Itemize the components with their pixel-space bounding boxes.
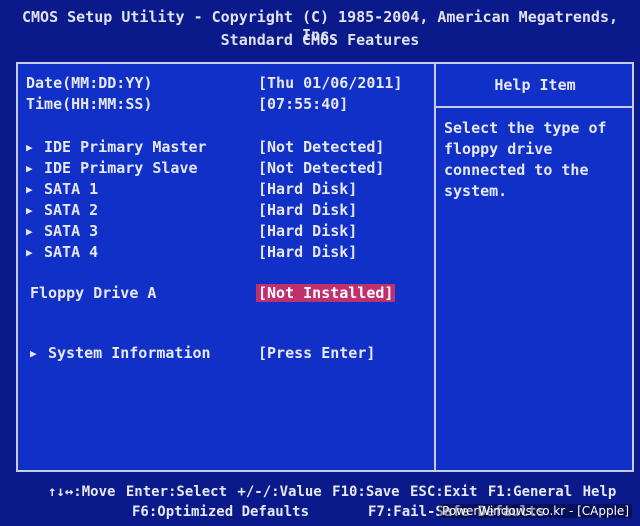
ide-primary-slave-label: IDE Primary Slave [44, 159, 198, 177]
triangle-right-icon: ▶ [26, 183, 33, 196]
bios-screen: CMOS Setup Utility - Copyright (C) 1985-… [0, 0, 640, 526]
floppy-drive-selected-value[interactable]: [Not Installed] [256, 284, 396, 302]
help-text: Select the type of floppy drive connecte… [444, 119, 607, 200]
system-information-value: [Press Enter] [258, 344, 376, 362]
time-label: Time(HH:MM:SS) [26, 95, 153, 113]
ide-primary-slave-value: [Not Detected] [258, 159, 385, 177]
sata4-item[interactable]: ▶ SATA 4 [26, 243, 98, 261]
date-label: Date(MM:DD:YY) [26, 74, 153, 92]
key-legend-line1: ↑↓↔:Move Enter:Select +/-/:Value F10:Sav… [48, 484, 617, 500]
sata4-label: SATA 4 [44, 243, 99, 261]
sata3-item[interactable]: ▶ SATA 3 [26, 222, 98, 240]
sata3-value: [Hard Disk] [258, 222, 358, 240]
settings-panel: Date(MM:DD:YY) [Thu 01/06/2011] Time(HH:… [16, 62, 634, 472]
sata4-value: [Hard Disk] [258, 243, 358, 261]
triangle-right-icon: ▶ [30, 347, 37, 360]
title-bar: CMOS Setup Utility - Copyright (C) 1985-… [0, 0, 640, 56]
sata2-value: [Hard Disk] [258, 201, 358, 219]
help-title: Help Item [494, 76, 576, 94]
system-information-item[interactable]: ▶ System Information [30, 344, 211, 362]
key-legend-line2: F6:Optimized Defaults F7:Fail-Safe Defau… [132, 504, 545, 520]
triangle-right-icon: ▶ [26, 225, 33, 238]
help-divider [436, 106, 634, 108]
floppy-drive-value[interactable]: [Not Installed] [256, 284, 396, 302]
date-value[interactable]: [Thu 01/06/2011] [258, 74, 403, 92]
ide-primary-slave-item[interactable]: ▶ IDE Primary Slave [26, 159, 198, 177]
sata1-item[interactable]: ▶ SATA 1 [26, 180, 98, 198]
triangle-right-icon: ▶ [26, 246, 33, 259]
watermark: PowerWindows.co.kr - [CApple] [439, 504, 632, 518]
key-legend: ↑↓↔:Move Enter:Select +/-/:Value F10:Sav… [0, 476, 640, 526]
panel-divider [434, 64, 436, 470]
floppy-drive-label: Floppy Drive A [30, 284, 157, 302]
sata1-value: [Hard Disk] [258, 180, 358, 198]
sata1-label: SATA 1 [44, 180, 99, 198]
ide-primary-master-label: IDE Primary Master [44, 138, 207, 156]
system-information-label: System Information [48, 344, 211, 362]
ide-primary-master-item[interactable]: ▶ IDE Primary Master [26, 138, 207, 156]
triangle-right-icon: ▶ [26, 162, 33, 175]
ide-primary-master-value: [Not Detected] [258, 138, 385, 156]
page-title: Standard CMOS Features [220, 31, 420, 49]
sata3-label: SATA 3 [44, 222, 99, 240]
sata2-item[interactable]: ▶ SATA 2 [26, 201, 98, 219]
triangle-right-icon: ▶ [26, 141, 33, 154]
triangle-right-icon: ▶ [26, 204, 33, 217]
sata2-label: SATA 2 [44, 201, 99, 219]
time-value[interactable]: [07:55:40] [258, 95, 348, 113]
optimized-defaults-hint: F6:Optimized Defaults [132, 504, 310, 520]
